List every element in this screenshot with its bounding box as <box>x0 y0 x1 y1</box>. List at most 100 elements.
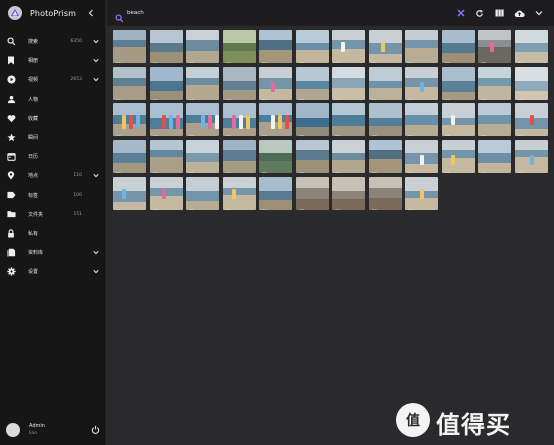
sidebar-item[interactable]: 日历 <box>0 147 106 166</box>
favorite-heart-icon[interactable] <box>371 91 378 100</box>
photo-thumbnail[interactable] <box>295 103 329 137</box>
favorite-heart-icon[interactable] <box>152 91 159 100</box>
photo-thumbnail[interactable] <box>441 30 475 63</box>
favorite-heart-icon[interactable] <box>188 164 195 174</box>
photo-thumbnail[interactable] <box>368 66 402 100</box>
favorite-heart-icon[interactable] <box>298 164 305 174</box>
photo-thumbnail[interactable] <box>149 176 183 210</box>
favorite-heart-icon[interactable] <box>334 201 341 210</box>
sidebar-item[interactable]: 标签 100 <box>0 186 106 205</box>
photo-thumbnail[interactable] <box>222 30 256 63</box>
favorite-heart-icon[interactable] <box>225 164 232 174</box>
photo-thumbnail[interactable] <box>222 66 256 100</box>
favorite-heart-icon[interactable] <box>152 127 159 137</box>
photo-thumbnail[interactable] <box>149 66 183 100</box>
favorite-heart-icon[interactable] <box>517 127 524 137</box>
favorite-heart-icon[interactable] <box>371 164 378 174</box>
chevron-down-icon[interactable] <box>92 38 100 46</box>
favorite-heart-icon[interactable] <box>407 91 414 100</box>
favorite-heart-icon[interactable] <box>407 54 414 63</box>
power-icon[interactable] <box>90 424 100 434</box>
favorite-heart-icon[interactable] <box>517 164 524 174</box>
favorite-heart-icon[interactable] <box>334 127 341 137</box>
brand[interactable]: PhotoPrism <box>0 0 106 26</box>
photo-thumbnail[interactable] <box>368 176 402 210</box>
photo-thumbnail[interactable] <box>186 176 219 210</box>
sidebar-item[interactable]: 收藏 <box>0 109 106 128</box>
favorite-heart-icon[interactable] <box>480 91 487 100</box>
photo-thumbnail[interactable] <box>295 30 329 63</box>
favorite-heart-icon[interactable] <box>115 164 122 174</box>
chevron-down-icon[interactable] <box>92 249 100 257</box>
photo-thumbnail[interactable] <box>113 30 146 63</box>
photo-thumbnail[interactable] <box>368 30 402 63</box>
favorite-heart-icon[interactable] <box>444 54 451 63</box>
photo-thumbnail[interactable] <box>405 103 438 137</box>
search-input[interactable] <box>127 6 327 20</box>
photo-thumbnail[interactable] <box>259 103 292 137</box>
photo-thumbnail[interactable] <box>259 66 292 100</box>
favorite-heart-icon[interactable] <box>517 91 524 100</box>
favorite-heart-icon[interactable] <box>152 54 159 63</box>
favorite-heart-icon[interactable] <box>334 54 341 63</box>
photo-thumbnail[interactable] <box>405 140 438 174</box>
favorite-heart-icon[interactable] <box>371 54 378 63</box>
photo-thumbnail[interactable] <box>405 30 438 63</box>
photo-thumbnail[interactable] <box>332 176 365 210</box>
photo-thumbnail[interactable] <box>113 140 146 174</box>
photo-thumbnail[interactable] <box>514 140 548 174</box>
photo-thumbnail[interactable] <box>514 30 548 63</box>
photo-thumbnail[interactable] <box>405 176 438 210</box>
photo-thumbnail[interactable] <box>113 176 146 210</box>
favorite-heart-icon[interactable] <box>517 54 524 63</box>
photo-thumbnail[interactable] <box>149 103 183 137</box>
favorite-heart-icon[interactable] <box>115 54 122 63</box>
favorite-heart-icon[interactable] <box>407 127 414 137</box>
sidebar-item[interactable]: 瞬间 <box>0 128 106 147</box>
favorite-heart-icon[interactable] <box>225 127 232 137</box>
favorite-heart-icon[interactable] <box>188 54 195 63</box>
photo-thumbnail[interactable] <box>368 140 402 174</box>
sidebar-item[interactable]: 私有 <box>0 224 106 243</box>
clear-search-icon[interactable] <box>455 7 467 19</box>
photo-thumbnail[interactable] <box>478 30 511 63</box>
photo-thumbnail[interactable] <box>514 66 548 100</box>
favorite-heart-icon[interactable] <box>115 91 122 100</box>
photo-thumbnail[interactable] <box>332 30 365 63</box>
favorite-heart-icon[interactable] <box>225 91 232 100</box>
favorite-heart-icon[interactable] <box>334 91 341 100</box>
favorite-heart-icon[interactable] <box>261 127 268 137</box>
sidebar-item[interactable]: 相册 <box>0 51 106 70</box>
favorite-heart-icon[interactable] <box>115 201 122 210</box>
photo-thumbnail[interactable] <box>332 66 365 100</box>
favorite-heart-icon[interactable] <box>298 54 305 63</box>
favorite-heart-icon[interactable] <box>298 201 305 210</box>
favorite-heart-icon[interactable] <box>298 91 305 100</box>
photo-thumbnail[interactable] <box>441 103 475 137</box>
photo-thumbnail[interactable] <box>113 103 146 137</box>
favorite-heart-icon[interactable] <box>444 91 451 100</box>
chevron-down-icon[interactable] <box>92 268 100 276</box>
photo-thumbnail[interactable] <box>368 103 402 137</box>
sidebar-item[interactable]: 地点 110 <box>0 166 106 185</box>
sidebar-item[interactable]: 人物 <box>0 90 106 109</box>
photo-thumbnail[interactable] <box>222 103 256 137</box>
photo-thumbnail[interactable] <box>186 140 219 174</box>
favorite-heart-icon[interactable] <box>444 127 451 137</box>
photo-thumbnail[interactable] <box>478 66 511 100</box>
photo-thumbnail[interactable] <box>222 176 256 210</box>
favorite-heart-icon[interactable] <box>334 164 341 174</box>
sidebar-item[interactable]: 搜索 6350 <box>0 32 106 51</box>
photo-thumbnail[interactable] <box>222 140 256 174</box>
favorite-heart-icon[interactable] <box>480 164 487 174</box>
refresh-icon[interactable] <box>473 7 485 19</box>
photo-thumbnail[interactable] <box>259 30 292 63</box>
sidebar-item[interactable]: 文件夹 151 <box>0 205 106 224</box>
photo-thumbnail[interactable] <box>259 140 292 174</box>
favorite-heart-icon[interactable] <box>115 127 122 137</box>
photo-thumbnail[interactable] <box>514 103 548 137</box>
favorite-heart-icon[interactable] <box>298 127 305 137</box>
favorite-heart-icon[interactable] <box>188 127 195 137</box>
sidebar-item[interactable]: 资料库 <box>0 243 106 262</box>
photo-thumbnail[interactable] <box>259 176 292 210</box>
